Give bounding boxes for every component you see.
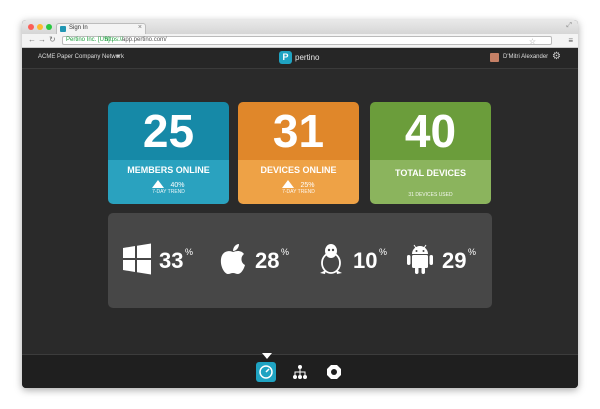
browser-tab[interactable]: Sign In ×: [56, 23, 146, 34]
logo-text: pertino: [295, 53, 320, 62]
members-trend-value: 40%: [170, 182, 185, 189]
percent-sign: %: [379, 247, 388, 257]
active-indicator: [262, 353, 272, 359]
members-trend-note: 7-DAY TREND: [152, 189, 185, 195]
reload-icon[interactable]: ↻: [49, 35, 56, 44]
percent-sign: %: [185, 247, 194, 257]
close-window-button[interactable]: [28, 24, 34, 30]
browser-window: Sign In × ⤢ ← → ↻ Pertino Inc. [US] http…: [22, 20, 578, 388]
devices-used-note: 31 DEVICES USED: [408, 192, 453, 198]
devices-trend-note: 7-DAY TREND: [282, 189, 315, 195]
total-devices-label: TOTAL DEVICES: [394, 168, 466, 178]
favicon-icon: [60, 26, 66, 32]
address-bar[interactable]: Pertino Inc. [US] https:// app.pertino.c…: [62, 36, 552, 46]
browser-toolbar: ← → ↻ Pertino Inc. [US] https:// app.per…: [22, 34, 578, 48]
chevron-down-icon[interactable]: ▼: [115, 54, 121, 60]
percent-sign: %: [468, 247, 477, 257]
linux-percent: 10: [353, 248, 378, 273]
bottom-nav: [22, 353, 578, 388]
os-breakdown-panel: 33 % 28 % 10 % 29 %: [108, 213, 492, 308]
user-name[interactable]: D'Mitri Alexander: [503, 54, 548, 60]
resize-icon[interactable]: ⤢: [566, 22, 572, 30]
total-devices-count: 40: [404, 105, 457, 157]
gear-icon[interactable]: ⚙: [552, 51, 561, 62]
logo-icon: P: [279, 51, 292, 64]
devices-online-label: DEVICES ONLINE: [260, 165, 337, 175]
ssl-label: Pertino Inc. [US]: [66, 37, 110, 43]
members-online-label: MEMBERS ONLINE: [127, 165, 210, 175]
menu-icon[interactable]: ≡: [568, 36, 573, 45]
network-topology-icon[interactable]: [292, 364, 308, 380]
maximize-window-button[interactable]: [46, 24, 52, 30]
apple-icon: [220, 244, 245, 274]
tab-title: Sign In: [69, 25, 88, 31]
tile-bottom: MEMBERS ONLINE 40% 7-DAY TREND: [108, 160, 229, 204]
members-online-tile[interactable]: 25 MEMBERS ONLINE 40% 7-DAY TREND: [108, 102, 229, 204]
settings-icon[interactable]: [326, 364, 342, 380]
tab-close-icon[interactable]: ×: [138, 24, 142, 31]
nav-dashboard-button[interactable]: [256, 362, 276, 382]
minimize-window-button[interactable]: [37, 24, 43, 30]
windows-icon: [123, 243, 151, 275]
tile-top: 40: [370, 102, 491, 160]
members-trend: 40%: [108, 180, 229, 189]
android-icon: [407, 244, 433, 274]
devices-trend: 25%: [238, 180, 359, 189]
forward-icon[interactable]: →: [38, 35, 46, 44]
tile-bottom: DEVICES ONLINE 25% 7-DAY TREND: [238, 160, 359, 204]
star-icon[interactable]: ☆: [529, 37, 536, 46]
tile-top: 31: [238, 102, 359, 160]
back-icon[interactable]: ←: [28, 35, 36, 44]
members-online-count: 25: [142, 105, 195, 157]
speedometer-icon: [259, 365, 273, 379]
trend-up-icon: [152, 180, 165, 188]
tile-top: 25: [108, 102, 229, 160]
apple-percent: 28: [255, 248, 280, 273]
tile-bottom: TOTAL DEVICES 31 DEVICES USED: [370, 160, 491, 204]
trend-up-icon: [282, 180, 295, 188]
windows-percent: 33: [159, 248, 184, 273]
total-devices-tile[interactable]: 40 TOTAL DEVICES 31 DEVICES USED: [370, 102, 491, 204]
avatar[interactable]: [490, 53, 499, 62]
url-scheme: https://: [105, 37, 124, 43]
app-header: ACME Paper Company Network ▼ P pertino D…: [22, 48, 578, 69]
linux-icon: [320, 244, 342, 274]
browser-titlebar: Sign In × ⤢: [22, 20, 578, 34]
devices-online-count: 31: [272, 105, 325, 157]
percent-sign: %: [281, 247, 290, 257]
network-selector[interactable]: ACME Paper Company Network: [38, 54, 124, 60]
devices-online-tile[interactable]: 31 DEVICES ONLINE 25% 7-DAY TREND: [238, 102, 359, 204]
devices-trend-value: 25%: [300, 182, 315, 189]
url-text: app.pertino.com/: [122, 37, 167, 43]
android-percent: 29: [442, 248, 467, 273]
